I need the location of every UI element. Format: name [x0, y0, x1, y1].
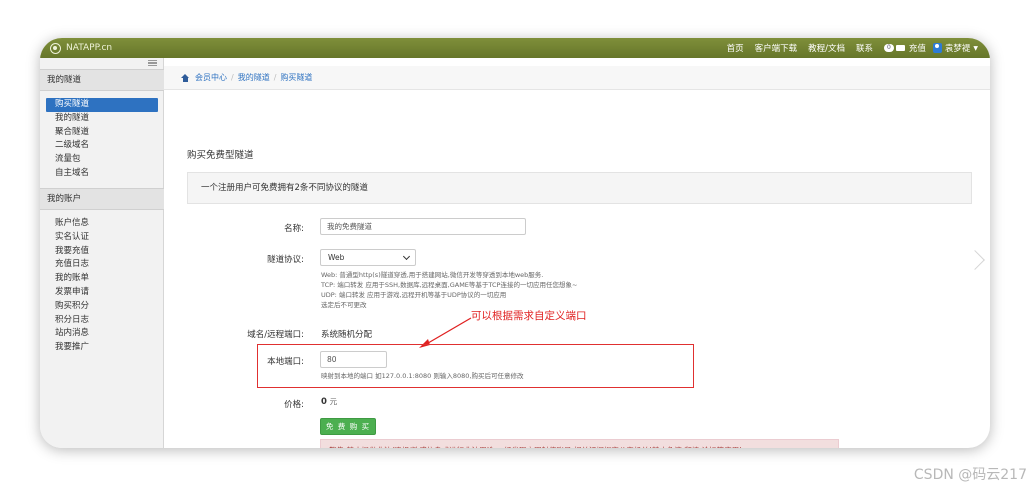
message-badge[interactable]: 0 [884, 44, 905, 52]
sidebar-item-buy-points[interactable]: 购买积分 [46, 300, 158, 314]
sidebar-item-custom-domain[interactable]: 自主域名 [46, 167, 158, 181]
user-menu[interactable]: 袁梦褆 ▼ [932, 42, 978, 54]
message-count: 0 [884, 44, 894, 52]
breadcrumb-my-tunnels[interactable]: 我的隧道 [238, 72, 270, 83]
sidebar-item-bills[interactable]: 我的账单 [46, 272, 158, 286]
breadcrumb-member-center[interactable]: 会员中心 [195, 72, 227, 83]
local-port-label: 本地端口: [267, 357, 304, 367]
breadcrumb-buy-tunnel[interactable]: 购买隧道 [280, 72, 312, 83]
price-display: 0 元 [321, 396, 337, 407]
price-unit: 元 [329, 397, 338, 406]
nav-client-download[interactable]: 客户端下载 [755, 42, 798, 54]
nav-contact[interactable]: 联系 [856, 42, 873, 54]
sidebar-item-invoice[interactable]: 发票申请 [46, 286, 158, 300]
sidebar-item-account-info[interactable]: 账户信息 [46, 217, 158, 231]
logo-icon [50, 42, 61, 54]
warning-alert: 警告:禁止提供非法/违规/敏感信息或进行非法用途,一经发现立即封停账号,相关证据… [320, 439, 839, 448]
sidebar-item-promote[interactable]: 我要推广 [46, 341, 158, 355]
main-content: 会员中心 / 我的隧道 / 购买隧道 购买免费型隧道 一个注册用户可免费拥有2条… [164, 58, 990, 448]
page-title: 购买免费型隧道 [187, 150, 254, 161]
price-value: 0 [321, 397, 327, 407]
protocol-help-udp: UDP: 端口转发 应用于游戏,远程开机等基于UDP协议的一切应用 [321, 291, 507, 299]
domain-label: 域名/远程端口: [247, 330, 304, 340]
watermark: CSDN @码云217 [913, 467, 1027, 483]
price-label: 价格: [284, 400, 304, 410]
name-label: 名称: [284, 224, 304, 234]
protocol-help-tcp: TCP: 端口转发 应用于SSH,数据库,远程桌面,GAME等基于TCP连接的一… [321, 281, 578, 289]
sidebar-item-points-log[interactable]: 积分日志 [46, 314, 158, 328]
protocol-select[interactable]: Web [320, 249, 416, 266]
sidebar-item-aggregate-tunnels[interactable]: 聚合隧道 [46, 126, 158, 140]
breadcrumb: 会员中心 / 我的隧道 / 购买隧道 [164, 66, 990, 90]
top-nav: 首页 客户端下载 教程/文档 联系 0 充值 袁梦褆 ▼ [716, 38, 978, 58]
caret-down-icon: ▼ [973, 44, 978, 52]
envelope-icon [895, 45, 905, 51]
protocol-help-web: Web: 普通型http(s)隧道穿透,用于搭建网站,微信开发等穿透到本地web… [321, 271, 544, 279]
sidebar-group-account[interactable]: 我的账户 [40, 188, 164, 210]
notice-box: 一个注册用户可免费拥有2条不同协议的隧道 [187, 172, 972, 204]
sidebar-item-buy-tunnel[interactable]: 购买隧道 [46, 98, 158, 112]
top-navbar: NATAPP.cn 首页 客户端下载 教程/文档 联系 0 充值 袁梦褆 ▼ [40, 38, 990, 58]
nav-home[interactable]: 首页 [727, 42, 744, 54]
nav-recharge[interactable]: 充值 [909, 42, 926, 54]
collapse-menu-icon[interactable] [148, 60, 157, 66]
sidebar-item-my-tunnels[interactable]: 我的隧道 [46, 112, 158, 126]
sidebar-item-messages[interactable]: 站内消息 [46, 327, 158, 341]
local-port-input[interactable] [320, 351, 387, 368]
tunnel-name-input[interactable] [320, 218, 526, 235]
sidebar-tunnel-list: 购买隧道 我的隧道 聚合隧道 二级域名 流量包 自主域名 [40, 98, 164, 181]
sidebar: 我的隧道 购买隧道 我的隧道 聚合隧道 二级域名 流量包 自主域名 我的账户 账… [40, 58, 164, 448]
breadcrumb-separator: / [231, 73, 234, 82]
sidebar-account-list: 账户信息 实名认证 我要充值 充值日志 我的账单 发票申请 购买积分 积分日志 … [40, 217, 164, 355]
protocol-help-fixed: 选定后不可更改 [321, 301, 367, 309]
breadcrumb-separator: / [273, 73, 277, 82]
protocol-label: 隧道协议: [267, 255, 304, 265]
nav-docs[interactable]: 教程/文档 [808, 42, 845, 54]
user-name: 袁梦褆 [944, 44, 971, 54]
logo-text: NATAPP.cn [66, 43, 113, 53]
sidebar-item-verification[interactable]: 实名认证 [46, 231, 158, 245]
free-buy-button[interactable]: 免 费 购 买 [320, 418, 376, 435]
sidebar-item-traffic-pack[interactable]: 流量包 [46, 153, 158, 167]
sidebar-item-subdomain[interactable]: 二级域名 [46, 139, 158, 153]
user-icon [932, 43, 942, 53]
sidebar-group-tunnels[interactable]: 我的隧道 [40, 69, 164, 91]
protocol-selected: Web [328, 253, 345, 262]
local-port-help: 映射到本地的端口 如127.0.0.1:8080 则输入8080,购买后可任意修… [321, 372, 524, 380]
home-icon[interactable] [181, 73, 189, 82]
sidebar-item-recharge-log[interactable]: 充值日志 [46, 258, 158, 272]
chevron-down-icon [402, 252, 411, 261]
domain-value: 系统随机分配 [321, 330, 373, 340]
site-logo[interactable]: NATAPP.cn [50, 42, 113, 54]
sidebar-item-recharge[interactable]: 我要充值 [46, 245, 158, 259]
browser-frame: NATAPP.cn 首页 客户端下载 教程/文档 联系 0 充值 袁梦褆 ▼ 我… [40, 38, 990, 448]
